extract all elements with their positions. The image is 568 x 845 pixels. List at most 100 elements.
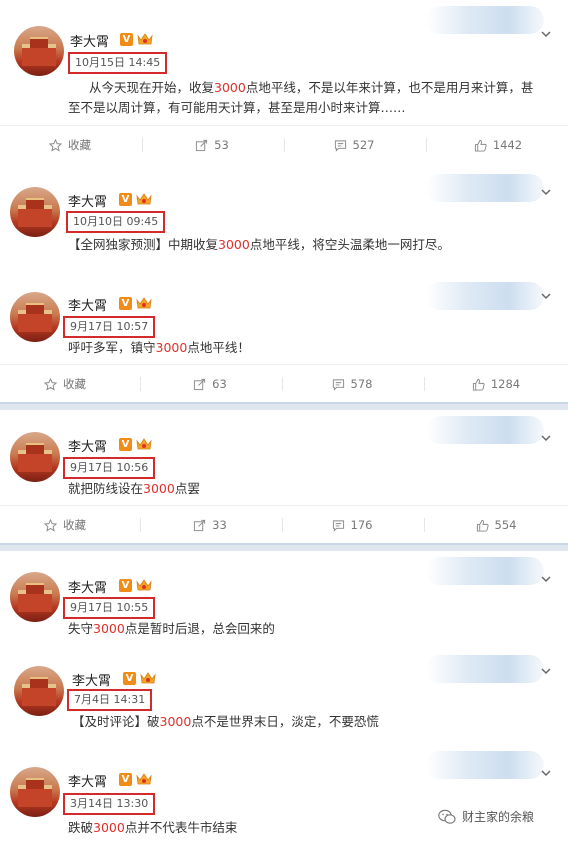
- post-text: 就把防线设在3000点罢: [68, 481, 200, 496]
- action-separator: [140, 518, 141, 532]
- section-divider: [0, 402, 568, 410]
- card-decoration: [426, 6, 544, 34]
- action-bar: 收藏 33 176 554: [0, 505, 568, 543]
- chevron-down-icon[interactable]: [540, 432, 552, 444]
- repost-icon: [196, 139, 208, 151]
- chevron-down-icon[interactable]: [540, 186, 552, 198]
- post-text: 失守3000点是暂时后退，总会回来的: [68, 621, 275, 636]
- thumbs-up-icon: [476, 519, 489, 532]
- post-text: 呼吁多军，镇守3000点地平线！: [68, 340, 250, 355]
- comment-icon: [334, 139, 346, 152]
- watermark-text: 财主家的余粮: [462, 810, 535, 824]
- comment-button[interactable]: 176: [284, 506, 420, 544]
- verified-badge-icon: V: [123, 672, 136, 685]
- post-timestamp[interactable]: 9月17日 10:57: [63, 316, 156, 338]
- thumbs-up-icon: [472, 378, 485, 391]
- verified-badge-icon: V: [119, 438, 132, 451]
- post-timestamp[interactable]: 3月14日 13:30: [63, 793, 156, 815]
- post-timestamp[interactable]: 9月17日 10:55: [63, 597, 156, 619]
- avatar[interactable]: [10, 572, 60, 622]
- username[interactable]: 李大霄: [70, 31, 109, 50]
- avatar[interactable]: [10, 432, 60, 482]
- post-timestamp[interactable]: 10月15日 14:45: [68, 52, 168, 74]
- like-button[interactable]: 554: [426, 506, 566, 544]
- vip-crown-icon: [136, 438, 152, 450]
- action-separator: [424, 518, 425, 532]
- repost-button[interactable]: 63: [142, 365, 278, 403]
- weibo-post: 李大霄 V 3月14日 13:30 跌破3000点并不代表牛市结束: [0, 745, 568, 845]
- verified-badge-icon: V: [119, 193, 132, 206]
- favorite-button[interactable]: 收藏: [0, 506, 130, 544]
- weibo-post: 李大霄 V 10月10日 09:45 【全网独家预测】中期收复3000点地平线，…: [0, 168, 568, 276]
- comment-icon: [332, 378, 344, 391]
- repost-button[interactable]: 33: [142, 506, 278, 544]
- weibo-post: 李大霄 V 7月4日 14:31 【及时评论】破3000点不是世界末日，淡定，不…: [0, 649, 568, 745]
- username[interactable]: 李大霄: [68, 295, 107, 314]
- star-icon: [44, 518, 57, 532]
- vip-crown-icon: [140, 672, 156, 684]
- post-text: 【及时评论】破3000点不是世界末日，淡定，不要恐慌: [72, 714, 379, 729]
- avatar[interactable]: [10, 187, 60, 237]
- post-text: 从今天现在开始，收复3000点地平线，不是以年来计算，也不是用月来计算，甚: [89, 80, 534, 95]
- action-separator: [282, 377, 283, 391]
- favorite-button[interactable]: 收藏: [0, 365, 130, 403]
- post-timestamp[interactable]: 7月4日 14:31: [67, 689, 153, 711]
- card-decoration: [426, 282, 544, 310]
- comment-button[interactable]: 527: [286, 126, 422, 164]
- card-decoration: [426, 751, 544, 779]
- weibo-post: 李大霄 V 9月17日 10:56 就把防线设在3000点罢: [0, 410, 568, 505]
- username[interactable]: 李大霄: [72, 670, 111, 689]
- action-separator: [284, 138, 285, 152]
- comment-icon: [332, 519, 344, 532]
- chevron-down-icon[interactable]: [540, 290, 552, 302]
- verified-badge-icon: V: [119, 773, 132, 786]
- verified-badge-icon: V: [120, 33, 133, 46]
- chevron-down-icon[interactable]: [540, 28, 552, 40]
- username[interactable]: 李大霄: [68, 577, 107, 596]
- action-separator: [426, 138, 427, 152]
- repost-button[interactable]: 53: [144, 126, 280, 164]
- weibo-post: 李大霄 V 9月17日 10:57 呼吁多军，镇守3000点地平线！: [0, 276, 568, 364]
- chevron-down-icon[interactable]: [540, 767, 552, 779]
- action-separator: [282, 518, 283, 532]
- vip-crown-icon: [137, 33, 153, 45]
- username[interactable]: 李大霄: [68, 191, 107, 210]
- repost-icon: [194, 519, 206, 531]
- avatar[interactable]: [10, 767, 60, 817]
- like-button[interactable]: 1442: [428, 126, 568, 164]
- favorite-button[interactable]: 收藏: [0, 126, 140, 164]
- username[interactable]: 李大霄: [68, 436, 107, 455]
- repost-icon: [194, 378, 206, 390]
- chevron-down-icon[interactable]: [540, 573, 552, 585]
- vip-crown-icon: [136, 193, 152, 205]
- post-text-line2: 至不是以周计算，有可能用天计算，甚至是用小时来计算……: [68, 100, 406, 115]
- card-decoration: [426, 557, 544, 585]
- avatar[interactable]: [14, 666, 64, 716]
- action-bar: 收藏 53 527 1442: [0, 125, 568, 163]
- username[interactable]: 李大霄: [68, 771, 107, 790]
- card-decoration: [426, 655, 544, 683]
- post-timestamp[interactable]: 10月10日 09:45: [66, 211, 166, 233]
- wechat-icon: [438, 809, 456, 824]
- post-timestamp[interactable]: 9月17日 10:56: [63, 457, 156, 479]
- verified-badge-icon: V: [119, 579, 132, 592]
- chevron-down-icon[interactable]: [540, 665, 552, 677]
- card-decoration: [426, 174, 544, 202]
- vip-crown-icon: [136, 297, 152, 309]
- action-separator: [142, 138, 143, 152]
- vip-crown-icon: [136, 579, 152, 591]
- weibo-post: 李大霄 V 10月15日 14:45 从今天现在开始，收复3000点地平线，不是…: [0, 0, 568, 125]
- star-icon: [44, 377, 57, 391]
- like-button[interactable]: 1284: [426, 365, 566, 403]
- avatar[interactable]: [14, 26, 64, 76]
- comment-button[interactable]: 578: [284, 365, 420, 403]
- post-text: 跌破3000点并不代表牛市结束: [68, 820, 238, 835]
- action-separator: [140, 377, 141, 391]
- avatar[interactable]: [10, 292, 60, 342]
- thumbs-up-icon: [474, 139, 487, 152]
- verified-badge-icon: V: [119, 297, 132, 310]
- post-text: 【全网独家预测】中期收复3000点地平线，将空头温柔地一网打尽。: [68, 237, 450, 252]
- card-decoration: [426, 416, 544, 444]
- section-divider: [0, 543, 568, 551]
- vip-crown-icon: [136, 773, 152, 785]
